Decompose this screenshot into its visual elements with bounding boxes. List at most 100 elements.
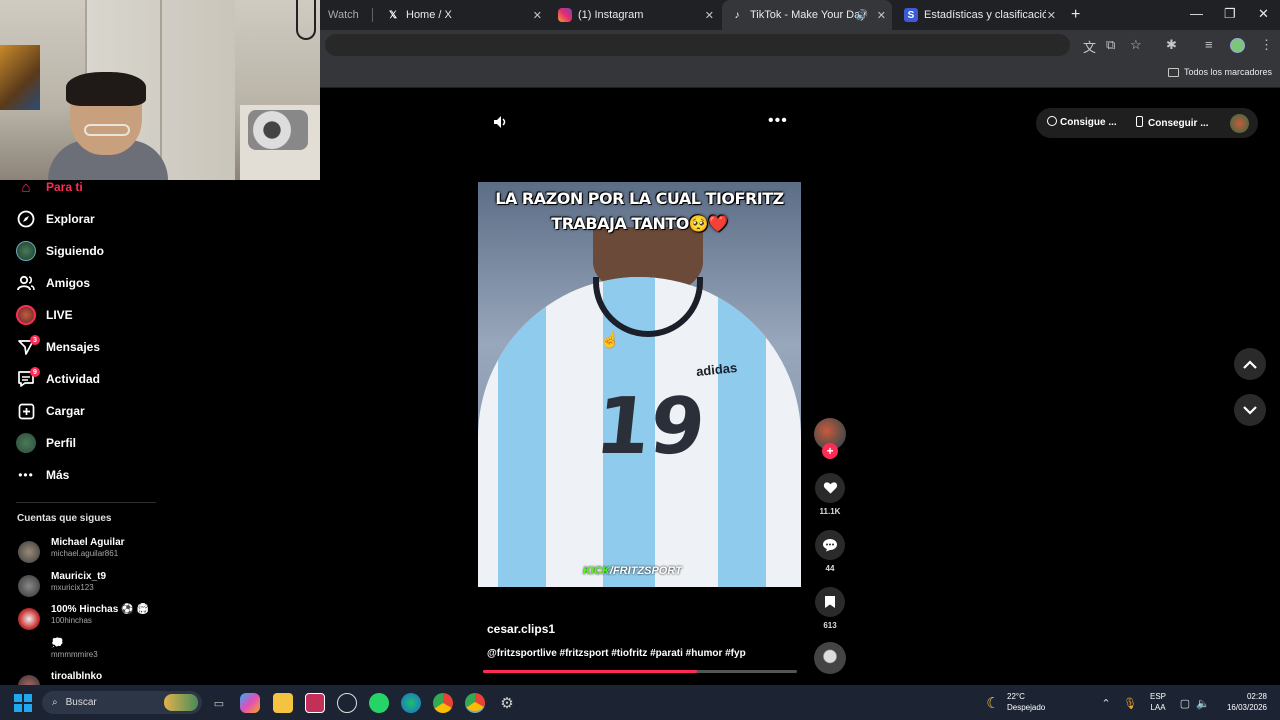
chrome-icon[interactable]: [433, 693, 453, 713]
tab-stats[interactable]: S Estadísticas y clasificación de B ✕: [896, 0, 1062, 30]
all-bookmarks-button[interactable]: Todos los marcadores: [1168, 67, 1272, 77]
video-player[interactable]: 19 adidas: [478, 182, 801, 587]
folder-icon: [1168, 67, 1179, 77]
following-item[interactable]: Mauricix_t9 mxuricix123: [18, 571, 158, 601]
language-indicator[interactable]: ESP LAA: [1150, 691, 1166, 713]
next-video-button[interactable]: [1234, 394, 1266, 426]
sidebar-item-siguiendo[interactable]: Siguiendo: [0, 237, 160, 265]
webcam-shoes: [248, 110, 308, 150]
sidebar-item-mas[interactable]: ••• Más: [0, 461, 160, 489]
video-author[interactable]: cesar.clips1: [487, 622, 555, 636]
weather-widget[interactable]: 22°C Despejado: [1007, 691, 1045, 713]
get-desktop-button[interactable]: Conseguir ...: [1136, 116, 1209, 129]
sidebar-item-live[interactable]: LIVE: [0, 301, 160, 329]
media-controls-icon[interactable]: ≡: [1205, 37, 1213, 52]
sidebar-item-label: Para ti: [46, 180, 83, 194]
chevron-up-tray-icon[interactable]: ⌃: [1096, 693, 1116, 713]
compass-icon: [16, 209, 36, 229]
sidebar-item-explorar[interactable]: Explorar: [0, 205, 160, 233]
webcam-person-hair: [66, 72, 146, 106]
tab-instagram[interactable]: (1) Instagram ✕: [550, 0, 720, 30]
comment-icon[interactable]: [815, 530, 845, 560]
task-view-icon[interactable]: ▭: [209, 693, 229, 713]
minimize-button[interactable]: —: [1190, 6, 1203, 21]
messages-badge: 3: [30, 335, 40, 345]
windows-start-icon[interactable]: [14, 694, 32, 712]
maximize-button[interactable]: ❐: [1224, 6, 1236, 22]
webcam-person-glasses: [84, 124, 130, 136]
close-icon[interactable]: ✕: [877, 9, 886, 22]
taskbar-search[interactable]: ⌕ Buscar: [42, 691, 202, 714]
following-item[interactable]: 100% Hinchas ⚽ 🏟 100hinchas: [18, 604, 158, 634]
chrome-menu-icon[interactable]: ⋮: [1260, 37, 1273, 53]
store-icon[interactable]: [305, 693, 325, 713]
network-icon[interactable]: ▢: [1175, 693, 1195, 713]
previous-video-button[interactable]: [1234, 348, 1266, 380]
friends-icon: [16, 273, 36, 293]
like-action[interactable]: 11.1K: [814, 473, 846, 516]
home-icon: ⌂: [21, 178, 31, 196]
comment-action[interactable]: 44: [814, 530, 846, 573]
speaker-icon[interactable]: 🔈: [1193, 693, 1213, 713]
edge-icon[interactable]: [401, 693, 421, 713]
avatar: [18, 675, 40, 685]
hand-cursor-icon: ☝: [600, 332, 620, 349]
watermark-kick: KICK: [583, 565, 610, 577]
settings-gear-icon[interactable]: ⚙: [497, 693, 517, 713]
cast-icon[interactable]: ⧉: [1106, 37, 1115, 53]
following-item[interactable]: tiroalblnko: [18, 671, 158, 685]
follow-plus-button[interactable]: +: [822, 443, 838, 459]
sidebar-item-actividad[interactable]: 9 Actividad: [0, 365, 160, 393]
chatgpt-icon[interactable]: [337, 693, 357, 713]
close-window-button[interactable]: ✕: [1258, 6, 1269, 22]
sidebar-item-amigos[interactable]: Amigos: [0, 269, 160, 297]
video-progress-fill: [483, 670, 697, 673]
avatar: [18, 575, 40, 597]
sidebar-item-perfil[interactable]: Perfil: [0, 429, 160, 457]
following-item[interactable]: Michael Aguilar michael.aguilar861: [18, 537, 158, 567]
following-avatar-icon: [16, 241, 36, 261]
stats-site-icon: S: [904, 8, 918, 22]
tab-audio-icon[interactable]: 🔊: [856, 10, 868, 21]
weather-temp: 22°C: [1007, 692, 1025, 701]
get-app-button[interactable]: Consigue ...: [1047, 116, 1117, 128]
tab-tiktok[interactable]: ♪ TikTok - Make Your Day 🔊 ✕: [722, 0, 892, 30]
volume-icon[interactable]: [492, 114, 508, 130]
tab-x-home[interactable]: 𝕏 Home / X ✕: [378, 0, 548, 30]
more-dots-icon: •••: [18, 468, 34, 482]
clock[interactable]: 02:28 16/03/2026: [1221, 691, 1267, 713]
sidebar-item-cargar[interactable]: Cargar: [0, 397, 160, 425]
close-icon[interactable]: ✕: [705, 9, 714, 22]
sidebar-item-para-ti[interactable]: ⌂ Para ti: [0, 173, 160, 201]
copilot-icon[interactable]: [240, 693, 260, 713]
sidebar-item-mensajes[interactable]: 3 Mensajes: [0, 333, 160, 361]
tab-title: Estadísticas y clasificación de B: [924, 9, 1046, 21]
heart-icon[interactable]: [815, 473, 845, 503]
bookmark-icon[interactable]: [815, 587, 845, 617]
profile-avatar[interactable]: [1230, 38, 1245, 53]
new-tab-button[interactable]: +: [1071, 6, 1080, 24]
jersey-stripe: [718, 277, 766, 587]
chrome-active-icon[interactable]: [465, 693, 485, 713]
sidebar-item-label: Siguiendo: [46, 244, 104, 258]
more-options-icon[interactable]: •••: [768, 112, 788, 130]
lang-line-2: LAA: [1150, 703, 1166, 712]
following-name: 100% Hinchas ⚽ 🏟: [51, 604, 149, 615]
bookmark-star-icon[interactable]: ☆: [1130, 37, 1142, 53]
following-item[interactable]: 💭 mmmmmire3: [18, 638, 158, 668]
save-action[interactable]: 613: [814, 587, 846, 630]
address-bar[interactable]: [325, 34, 1070, 56]
translate-icon[interactable]: 文: [1083, 37, 1096, 56]
microphone-icon[interactable]: 🎙: [1120, 693, 1140, 713]
video-hashtags[interactable]: @fritzsportlive #fritzsport #tiofritz #p…: [487, 648, 746, 659]
extensions-icon[interactable]: ✱: [1166, 37, 1177, 53]
whatsapp-icon[interactable]: [369, 693, 389, 713]
close-icon[interactable]: ✕: [533, 9, 542, 22]
tab-watch[interactable]: Watch: [320, 0, 372, 30]
following-section-title: Cuentas que sigues: [17, 513, 112, 524]
user-avatar[interactable]: [1230, 114, 1249, 133]
sound-disc-avatar[interactable]: [814, 642, 846, 674]
close-icon[interactable]: ✕: [1047, 9, 1056, 22]
file-explorer-icon[interactable]: [273, 693, 293, 713]
video-progress-bar[interactable]: [483, 670, 797, 673]
